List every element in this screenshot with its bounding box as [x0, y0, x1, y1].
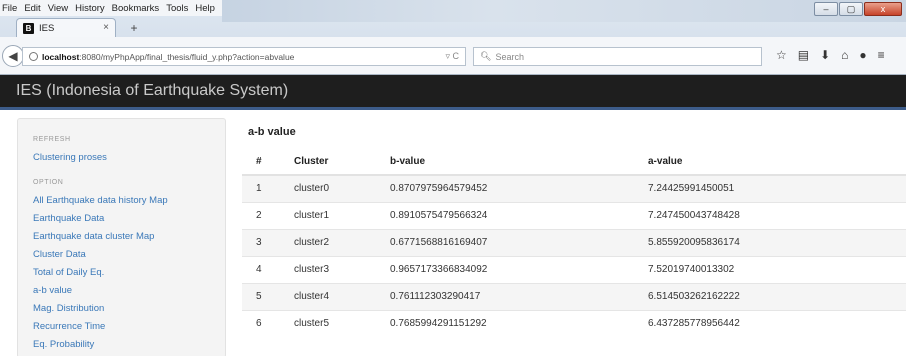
table-row: 1 cluster0 0.8707975964579452 7.24425991…	[242, 174, 906, 202]
tab-close-icon[interactable]: ×	[103, 22, 109, 33]
minimize-button[interactable]: –	[814, 2, 838, 16]
maximize-button[interactable]: ▢	[839, 2, 863, 16]
menu-bookmarks[interactable]: Bookmarks	[112, 3, 160, 14]
cell-b-value: 0.9657173366834092	[372, 255, 626, 283]
cell-index: 3	[242, 228, 286, 256]
cell-cluster: cluster5	[286, 309, 372, 337]
search-placeholder: Search	[495, 51, 524, 62]
cell-a-value: 7.247450043748428	[626, 201, 906, 229]
table-header-row: # Cluster b-value a-value	[242, 148, 906, 176]
column-header-cluster: Cluster	[286, 148, 372, 176]
cell-b-value: 0.8707975964579452	[372, 174, 626, 202]
cell-cluster: cluster4	[286, 282, 372, 310]
cell-b-value: 0.761112303290417	[372, 282, 626, 310]
bootstrap-favicon-icon: B	[23, 22, 34, 34]
nav-header-refresh: REFRESH	[33, 136, 71, 143]
cell-a-value: 6.514503262162222	[626, 282, 906, 310]
new-tab-button[interactable]: +	[122, 20, 146, 36]
download-icon[interactable]: ⬇	[820, 48, 830, 62]
cell-a-value: 5.855920095836174	[626, 228, 906, 256]
sidebar-item-recurrence-time[interactable]: Recurrence Time	[33, 321, 105, 332]
close-window-button[interactable]: x	[864, 2, 902, 16]
cell-cluster: cluster2	[286, 228, 372, 256]
menu-bar: File Edit View History Bookmarks Tools H…	[0, 0, 222, 16]
table-row: 2 cluster1 0.8910575479566324 7.24745004…	[242, 201, 906, 229]
sidebar-item-eq-history-map[interactable]: All Earthquake data history Map	[33, 195, 168, 206]
cell-index: 1	[242, 174, 286, 202]
table-row: 6 cluster5 0.7685994291151292 6.43728577…	[242, 309, 906, 337]
menu-icon[interactable]: ≡	[878, 48, 885, 62]
toolbar-icons: ☆ ▤ ⬇ ⌂ ● ≡	[776, 48, 885, 62]
sidebar-item-daily-eq[interactable]: Total of Daily Eq.	[33, 267, 104, 278]
cell-b-value: 0.8910575479566324	[372, 201, 626, 229]
cell-index: 2	[242, 201, 286, 229]
ab-value-table: # Cluster b-value a-value 1 cluster0 0.8…	[242, 148, 906, 337]
home-icon[interactable]: ⌂	[841, 48, 848, 62]
page-title: a-b value	[248, 126, 296, 138]
sidebar-item-eq-probability[interactable]: Eq. Probability	[33, 339, 94, 350]
back-arrow-icon[interactable]: ◀	[2, 45, 24, 67]
menu-edit[interactable]: Edit	[24, 3, 40, 14]
reading-list-icon[interactable]: ▤	[798, 48, 809, 62]
site-info-icon[interactable]	[29, 52, 38, 61]
browser-chrome: File Edit View History Bookmarks Tools H…	[0, 0, 906, 75]
menu-view[interactable]: View	[48, 3, 68, 14]
cell-cluster: cluster0	[286, 174, 372, 202]
sidebar-item-eq-data[interactable]: Earthquake Data	[33, 213, 104, 224]
menu-file[interactable]: File	[2, 3, 17, 14]
window-controls: – ▢ x	[814, 2, 902, 16]
menu-help[interactable]: Help	[195, 3, 215, 14]
cell-a-value: 6.437285778956442	[626, 309, 906, 337]
table-row: 5 cluster4 0.761112303290417 6.514503262…	[242, 282, 906, 310]
column-header-b-value: b-value	[372, 148, 626, 176]
cell-a-value: 7.52019740013302	[626, 255, 906, 283]
cell-a-value: 7.24425991450051	[626, 174, 906, 202]
column-header-a-value: a-value	[626, 148, 906, 176]
tab-title: IES	[39, 22, 55, 34]
cell-index: 6	[242, 309, 286, 337]
cell-b-value: 0.6771568816169407	[372, 228, 626, 256]
sidebar-item-cluster-data[interactable]: Cluster Data	[33, 249, 86, 260]
column-header-index: #	[242, 148, 286, 176]
cell-index: 4	[242, 255, 286, 283]
cell-cluster: cluster3	[286, 255, 372, 283]
reload-icon[interactable]: ▿ C	[445, 51, 459, 62]
search-input[interactable]: 🔍︎ Search	[473, 47, 762, 66]
nav-header-option: OPTION	[33, 179, 64, 186]
menu-history[interactable]: History	[75, 3, 105, 14]
sidebar-nav: REFRESH Clustering proses OPTION All Ear…	[17, 118, 226, 356]
sidebar-item-eq-cluster-map[interactable]: Earthquake data cluster Map	[33, 231, 154, 242]
sidebar-item-mag-distribution[interactable]: Mag. Distribution	[33, 303, 104, 314]
navigation-bar: ◀ localhost :8080/myPhpApp/final_thesis/…	[0, 37, 906, 75]
url-path: :8080/myPhpApp/final_thesis/fluid_y.php?…	[79, 51, 295, 62]
chat-icon[interactable]: ●	[859, 48, 866, 62]
menu-tools[interactable]: Tools	[166, 3, 188, 14]
search-icon: 🔍︎	[480, 51, 492, 61]
site-navbar: IES (Indonesia of Earthquake System)	[0, 75, 906, 110]
site-brand[interactable]: IES (Indonesia of Earthquake System)	[16, 82, 288, 100]
tab-ies[interactable]: B IES ×	[16, 18, 116, 37]
star-icon[interactable]: ☆	[776, 48, 787, 62]
cell-cluster: cluster1	[286, 201, 372, 229]
url-host: localhost	[42, 51, 80, 62]
table-row: 3 cluster2 0.6771568816169407 5.85592009…	[242, 228, 906, 256]
sidebar-item-ab-value[interactable]: a-b value	[33, 285, 72, 296]
cell-b-value: 0.7685994291151292	[372, 309, 626, 337]
cell-index: 5	[242, 282, 286, 310]
url-bar[interactable]: localhost :8080/myPhpApp/final_thesis/fl…	[22, 47, 466, 66]
tab-strip: B IES × +	[0, 17, 906, 37]
sidebar-item-clustering-proses[interactable]: Clustering proses	[33, 152, 107, 163]
table-row: 4 cluster3 0.9657173366834092 7.52019740…	[242, 255, 906, 283]
